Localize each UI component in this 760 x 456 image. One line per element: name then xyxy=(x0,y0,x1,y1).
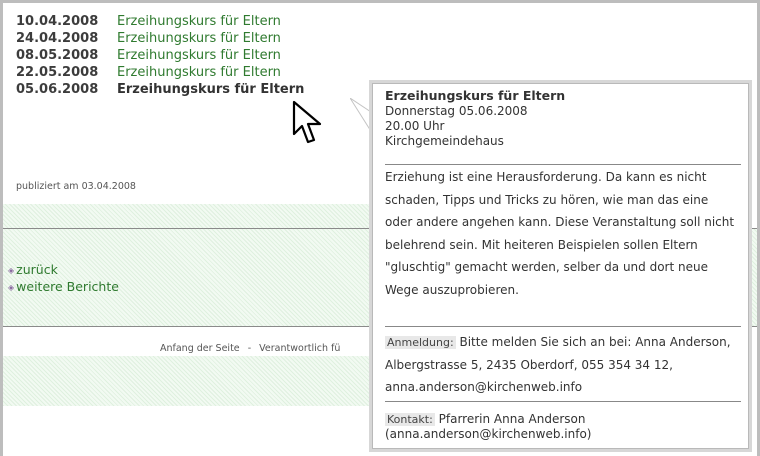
hatched-band xyxy=(3,204,373,228)
event-tooltip: Erzeihungskurs für Eltern Donnerstag 05.… xyxy=(372,83,749,449)
bullet-icon: ◈ xyxy=(8,283,15,292)
event-link[interactable]: Erzeihungskurs für Eltern xyxy=(117,14,281,29)
mouse-pointer-icon xyxy=(292,100,322,144)
responsible-link[interactable]: Verantwortlich fü xyxy=(259,343,340,354)
footer-separator: - xyxy=(247,343,252,354)
tooltip-place: Kirchgemeindehaus xyxy=(385,134,504,148)
tooltip-time: 20.00 Uhr xyxy=(385,119,445,133)
more-reports-link[interactable]: ◈ weitere Berichte xyxy=(8,279,119,296)
event-link[interactable]: Erzeihungskurs für Eltern xyxy=(117,65,281,80)
tooltip-header: Erzeihungskurs für Eltern Donnerstag 05.… xyxy=(385,88,738,164)
back-link-label: zurück xyxy=(16,262,58,277)
tooltip-registration: Anmeldung: Bitte melden Sie sich an bei:… xyxy=(385,327,738,401)
event-date: 08.05.2008 xyxy=(16,48,99,63)
top-of-page-link[interactable]: Anfang der Seite xyxy=(160,343,240,354)
tooltip-description: Erziehung ist eine Herausforderung. Da k… xyxy=(385,170,735,297)
event-date: 05.06.2008 xyxy=(16,82,99,97)
hatched-band xyxy=(3,356,373,406)
tooltip-title: Erzeihungskurs für Eltern xyxy=(385,88,566,103)
event-row-hovered: 05.06.2008 Erzeihungskurs für Eltern xyxy=(16,81,304,98)
event-row: 24.04.2008 Erzeihungskurs für Eltern xyxy=(16,30,304,47)
tooltip-contact: Kontakt: Pfarrerin Anna Anderson (anna.a… xyxy=(385,402,738,442)
event-link[interactable]: Erzeihungskurs für Eltern xyxy=(117,48,281,63)
bullet-icon: ◈ xyxy=(8,266,15,275)
more-reports-label: weitere Berichte xyxy=(16,279,119,294)
tooltip-date: Donnerstag 05.06.2008 xyxy=(385,104,528,118)
event-list: 10.04.2008 Erzeihungskurs für Eltern 24.0… xyxy=(16,13,304,98)
event-date: 22.05.2008 xyxy=(16,65,99,80)
back-link[interactable]: ◈ zurück xyxy=(8,262,119,279)
nav-links: ◈ zurück ◈ weitere Berichte xyxy=(8,262,119,296)
event-link[interactable]: Erzeihungskurs für Eltern xyxy=(117,82,304,97)
event-row: 22.05.2008 Erzeihungskurs für Eltern xyxy=(16,64,304,81)
registration-label: Anmeldung: xyxy=(385,336,456,349)
event-row: 08.05.2008 Erzeihungskurs für Eltern xyxy=(16,47,304,64)
contact-label: Kontakt: xyxy=(385,413,435,426)
published-date: publiziert am 03.04.2008 xyxy=(16,181,136,192)
event-link[interactable]: Erzeihungskurs für Eltern xyxy=(117,31,281,46)
footer: Anfang der Seite - Verantwortlich fü xyxy=(160,343,340,354)
event-date: 24.04.2008 xyxy=(16,31,99,46)
event-date: 10.04.2008 xyxy=(16,14,99,29)
event-row: 10.04.2008 Erzeihungskurs für Eltern xyxy=(16,13,304,30)
